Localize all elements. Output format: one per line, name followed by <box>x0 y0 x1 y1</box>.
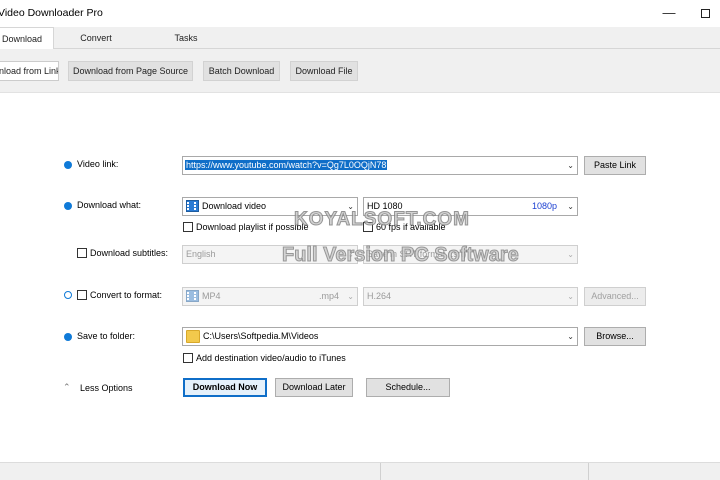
quality-badge: 1080p <box>531 201 557 211</box>
chevron-up-icon[interactable]: ⌃ <box>63 382 71 393</box>
tab-tasks[interactable]: Tasks <box>148 27 224 49</box>
chevron-down-icon[interactable]: ⌄ <box>567 157 574 174</box>
download-what-label: Download what: <box>77 200 142 210</box>
subtab-download-from-page-source[interactable]: Download from Page Source <box>68 61 193 81</box>
window-title: Video Downloader Pro <box>0 7 103 19</box>
convert-format-label: Convert to format: <box>90 290 163 300</box>
subtab-download-file[interactable]: Download File <box>290 61 358 81</box>
status-bar <box>0 462 720 480</box>
subtitles-checkbox[interactable] <box>77 248 87 258</box>
codec-value: H.264 <box>367 291 392 301</box>
save-folder-value: C:\Users\Softpedia.M\Videos <box>203 331 319 341</box>
subtab-batch-download[interactable]: Batch Download <box>203 61 280 81</box>
maximize-icon[interactable] <box>690 2 720 24</box>
download-what-bullet <box>64 202 72 210</box>
video-link-value: https://www.youtube.com/watch?v=Qg7L0OQj… <box>185 160 388 170</box>
chevron-down-icon: ⌄ <box>567 202 574 211</box>
convert-format-bullet <box>64 291 72 299</box>
playlist-checkbox[interactable] <box>183 222 193 232</box>
codec-select[interactable]: H.264 ⌄ <box>363 287 578 306</box>
sub-tab-bar: Download from Link Download from Page So… <box>0 49 720 93</box>
download-later-button[interactable]: Download Later <box>275 378 353 397</box>
download-type-value: Download video <box>202 201 267 211</box>
save-folder-select[interactable]: C:\Users\Softpedia.M\Videos ⌄ <box>182 327 578 346</box>
advanced-button[interactable]: Advanced... <box>584 287 646 306</box>
itunes-checkbox[interactable] <box>183 353 193 363</box>
film-icon <box>186 290 199 302</box>
subtitle-language-value: English <box>186 249 216 259</box>
subtab-download-from-link[interactable]: Download from Link <box>0 61 59 81</box>
chevron-down-icon: ⌄ <box>567 332 574 341</box>
convert-format-select[interactable]: MP4 .mp4 ⌄ <box>182 287 358 306</box>
paste-link-button[interactable]: Paste Link <box>584 156 646 175</box>
itunes-checkbox-label: Add destination video/audio to iTunes <box>196 353 346 363</box>
minimize-icon[interactable]: — <box>654 2 684 24</box>
subtitles-label: Download subtitles: <box>90 248 169 258</box>
title-bar: Video Downloader Pro — <box>0 0 720 27</box>
video-link-input[interactable]: https://www.youtube.com/watch?v=Qg7L0OQj… <box>182 156 578 175</box>
status-separator <box>380 463 381 480</box>
chevron-down-icon: ⌄ <box>347 292 354 301</box>
watermark-site: KOYALSOFT.COM <box>294 209 470 231</box>
video-link-label: Video link: <box>77 159 119 169</box>
watermark-tagline: Full Version PC Software <box>282 244 520 267</box>
download-now-button[interactable]: Download Now <box>183 378 267 397</box>
tab-download[interactable]: Download <box>0 27 54 50</box>
film-icon <box>186 200 199 212</box>
save-folder-label: Save to folder: <box>77 331 136 341</box>
less-options-link[interactable]: Less Options <box>80 383 133 393</box>
folder-icon <box>186 330 200 343</box>
video-link-bullet <box>64 161 72 169</box>
save-folder-bullet <box>64 333 72 341</box>
convert-format-checkbox[interactable] <box>77 290 87 300</box>
chevron-down-icon: ⌄ <box>567 292 574 301</box>
main-tab-bar: Download Convert Tasks <box>0 27 720 50</box>
playlist-checkbox-label: Download playlist if possible <box>196 222 309 232</box>
schedule-button[interactable]: Schedule... <box>366 378 450 397</box>
convert-format-value: MP4 <box>202 291 221 301</box>
tab-convert[interactable]: Convert <box>58 27 134 49</box>
convert-extension-value: .mp4 <box>318 291 339 301</box>
status-separator <box>588 463 589 480</box>
chevron-down-icon: ⌄ <box>567 250 574 259</box>
browse-button[interactable]: Browse... <box>584 327 646 346</box>
